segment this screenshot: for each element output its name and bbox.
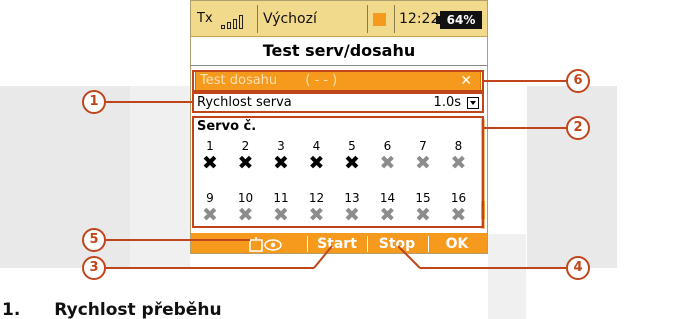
section-heading: 1. Rychlost přeběhu [2, 300, 222, 319]
section-number: 1. [2, 300, 21, 319]
callout-marker-5: 5 [82, 228, 106, 252]
callout-marker-4: 4 [566, 256, 590, 280]
callout-marker-2: 2 [566, 116, 590, 140]
callout-marker-3: 3 [82, 256, 106, 280]
callout-marker-1: 1 [82, 90, 106, 114]
section-title: Rychlost přeběhu [54, 300, 222, 319]
callout-marker-6: 6 [566, 69, 590, 93]
